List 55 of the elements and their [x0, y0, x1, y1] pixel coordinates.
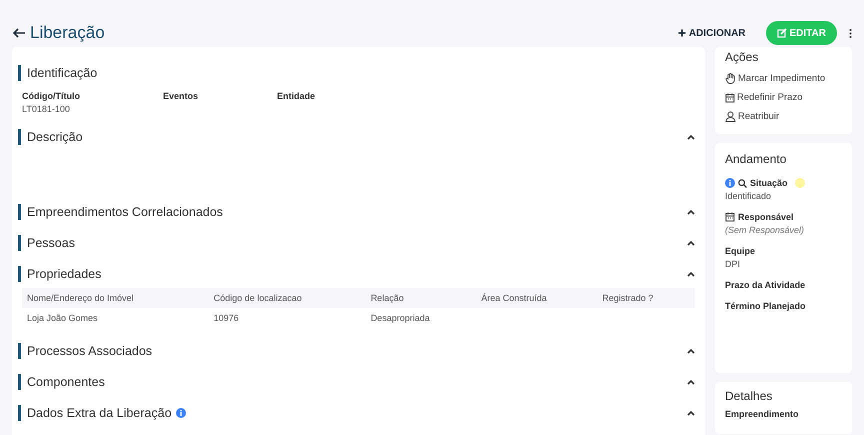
- section-title: Identificação: [27, 66, 98, 80]
- calendar-icon: [725, 212, 735, 222]
- section-title: Pessoas: [27, 236, 75, 250]
- field-label: Equipe: [725, 246, 756, 256]
- chevron-icon[interactable]: [687, 271, 695, 277]
- section-title: Componentes: [27, 375, 105, 389]
- section-title: Dados Extra da Liberação: [27, 406, 172, 420]
- more-icon[interactable]: [849, 28, 852, 38]
- edit-icon: [776, 28, 787, 38]
- field-value: Identificado: [725, 191, 772, 201]
- chevron-icon[interactable]: [687, 209, 695, 215]
- person-icon: [725, 111, 736, 122]
- field-label: Empreendimento: [725, 409, 799, 419]
- action-item[interactable]: Reatribuir: [725, 111, 780, 122]
- info-icon: [176, 408, 186, 418]
- chevron-icon[interactable]: [687, 379, 695, 385]
- card-title: Ações: [725, 50, 760, 64]
- field-value: LT0181-100: [22, 104, 71, 114]
- field-value: (Sem Responsável): [725, 225, 806, 235]
- action-item[interactable]: Redefinir Prazo: [725, 92, 802, 103]
- column-header: Área Construída: [476, 288, 598, 308]
- hand-icon: [725, 73, 736, 84]
- back-arrow-icon[interactable]: [12, 28, 26, 38]
- field-value: DPI: [725, 259, 742, 269]
- table-cell: Loja João Gomes: [22, 308, 209, 328]
- info-icon: [725, 178, 735, 188]
- chevron-icon[interactable]: [687, 410, 695, 416]
- column-header: Nome/Endereço do Imóvel: [22, 288, 209, 308]
- field-label: Código/Título: [22, 91, 81, 101]
- card-title: Andamento: [725, 152, 788, 166]
- action-item[interactable]: Marcar Impedimento: [725, 73, 826, 84]
- table-cell: Desapropriada: [366, 308, 476, 328]
- section-title: Empreendimentos Correlacionados: [27, 205, 223, 219]
- section-title: Descrição: [27, 130, 83, 144]
- column-header: Código de localizacao: [208, 288, 366, 308]
- chevron-icon[interactable]: [687, 134, 695, 140]
- search-icon: [738, 178, 747, 188]
- card-title: Detalhes: [725, 389, 774, 403]
- section-title: Processos Associados: [27, 344, 152, 358]
- column-header: Registrado ?: [597, 288, 695, 308]
- table-cell: 10976: [208, 308, 366, 328]
- calendar-icon: [725, 92, 735, 102]
- plus-icon: [678, 29, 686, 37]
- field-label: Término Planejado: [725, 301, 806, 311]
- field-label: Entidade: [277, 91, 316, 101]
- column-header: Relação: [366, 288, 476, 308]
- chevron-icon[interactable]: [687, 348, 695, 354]
- field-label: Prazo da Atividade: [725, 280, 806, 290]
- add-button[interactable]: ADICIONAR: [678, 28, 746, 38]
- section-title: Propriedades: [27, 267, 102, 281]
- chevron-icon[interactable]: [687, 240, 695, 246]
- field-label: Eventos: [163, 91, 200, 101]
- field-label: Responsável: [738, 212, 794, 222]
- field-label: Situação: [750, 178, 788, 188]
- page-title: Liberação: [30, 23, 105, 43]
